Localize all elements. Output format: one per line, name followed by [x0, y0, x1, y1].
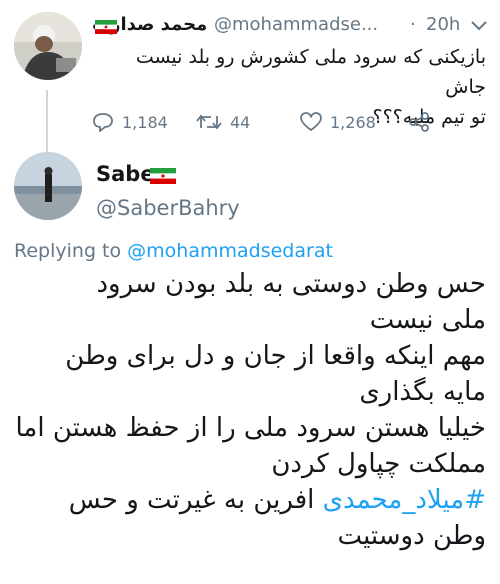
like-button[interactable]: 1,268 — [300, 106, 376, 138]
retweet-count: 44 — [230, 112, 251, 132]
tweet-text-line: بازیکنی که سرود ملی کشورش رو بلد نیست جا… — [135, 46, 486, 98]
retweet-button[interactable]: 44 — [196, 106, 250, 138]
like-count: 1,268 — [330, 112, 376, 132]
tweet-line: حس وطن دوستی به بلد بودن سرود — [96, 269, 486, 299]
avatar-photo-icon — [14, 12, 82, 80]
tweet-line: مملکت چپاول کردن — [271, 449, 486, 479]
avatar-photo-icon — [14, 152, 82, 220]
share-button[interactable] — [408, 106, 438, 138]
tweet-line-with-hashtag: #میلاد_محمدی افرین به غیرتت و حس — [14, 482, 486, 518]
heart-icon — [300, 112, 322, 132]
tweet-actions: 1,184 44 1,268 — [92, 106, 492, 138]
tweet-line: وطن دوستیت — [337, 521, 486, 551]
reply-icon — [93, 113, 113, 132]
author-handle[interactable]: @mohammadse... — [214, 14, 378, 35]
tweet-line-rest: افرین به غیرتت و حس — [68, 485, 315, 515]
tweet-line: مهم اینکه واقعا از جان و دل برای وطن — [65, 341, 486, 371]
iran-flag-icon — [150, 168, 176, 184]
reply-button[interactable]: 1,184 — [92, 106, 168, 138]
hashtag-link[interactable]: #میلاد_محمدی — [323, 485, 486, 515]
tweet-line: مایه بگذاری — [359, 377, 486, 407]
tweet-line: خیلیا هستن سرود ملی را از حفظ هستن اما — [15, 413, 486, 443]
reply-count: 1,184 — [122, 112, 168, 132]
separator-dot: · — [410, 14, 416, 35]
avatar[interactable] — [14, 152, 82, 220]
timestamp[interactable]: 20h — [426, 14, 460, 35]
tweet-line: ملی نیست — [369, 305, 486, 335]
thread-line — [46, 90, 48, 152]
author-handle[interactable]: @SaberBahry — [96, 196, 240, 220]
share-icon — [409, 112, 429, 132]
replying-to: Replying to @mohammadsedarat — [14, 240, 333, 262]
replying-prefix: Replying to — [14, 240, 122, 262]
iran-flag-icon — [95, 20, 117, 34]
retweet-icon — [196, 114, 222, 130]
tweet-body: حس وطن دوستی به بلد بودن سرود ملی نیست م… — [14, 266, 486, 554]
chevron-down-icon[interactable] — [470, 20, 488, 32]
replying-to-link[interactable]: @mohammadsedarat — [127, 240, 333, 262]
avatar[interactable] — [14, 12, 82, 80]
